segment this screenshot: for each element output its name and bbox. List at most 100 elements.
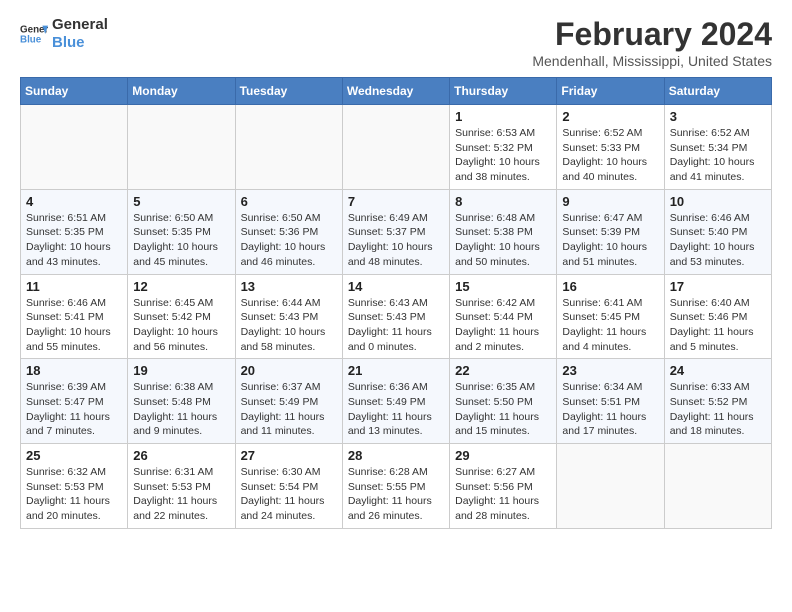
logo-icon: General Blue <box>20 20 48 48</box>
day-number: 9 <box>562 194 658 209</box>
page-header: General Blue General Blue February 2024 … <box>20 16 772 69</box>
calendar-cell: 25 Sunrise: 6:32 AM Sunset: 5:53 PM Dayli… <box>21 444 128 529</box>
day-detail: Sunrise: 6:33 AM Sunset: 5:52 PM Dayligh… <box>670 380 766 439</box>
day-number: 13 <box>241 279 337 294</box>
calendar-cell: 4Sunrise: 6:51 AM Sunset: 5:35 PM Daylig… <box>21 189 128 274</box>
calendar-cell: 14 Sunrise: 6:43 AM Sunset: 5:43 PM Dayli… <box>342 274 449 359</box>
calendar-cell: 21 Sunrise: 6:36 AM Sunset: 5:49 PM Dayli… <box>342 359 449 444</box>
day-number: 17 <box>670 279 766 294</box>
day-detail: Sunrise: 6:38 AM Sunset: 5:48 PM Dayligh… <box>133 380 229 439</box>
day-detail: Sunrise: 6:36 AM Sunset: 5:49 PM Dayligh… <box>348 380 444 439</box>
day-number: 14 <box>348 279 444 294</box>
calendar-table: SundayMondayTuesdayWednesdayThursdayFrid… <box>20 77 772 529</box>
calendar-cell: 11Sunrise: 6:46 AM Sunset: 5:41 PM Dayli… <box>21 274 128 359</box>
day-detail: Sunrise: 6:46 AM Sunset: 5:41 PM Dayligh… <box>26 296 122 355</box>
day-number: 6 <box>241 194 337 209</box>
calendar-cell: 6 Sunrise: 6:50 AM Sunset: 5:36 PM Daylig… <box>235 189 342 274</box>
weekday-header-wednesday: Wednesday <box>342 78 449 105</box>
calendar-cell: 28 Sunrise: 6:28 AM Sunset: 5:55 PM Dayli… <box>342 444 449 529</box>
calendar-cell: 9 Sunrise: 6:47 AM Sunset: 5:39 PM Daylig… <box>557 189 664 274</box>
day-detail: Sunrise: 6:48 AM Sunset: 5:38 PM Dayligh… <box>455 211 551 270</box>
calendar-cell: 27 Sunrise: 6:30 AM Sunset: 5:54 PM Dayli… <box>235 444 342 529</box>
calendar-cell: 22 Sunrise: 6:35 AM Sunset: 5:50 PM Dayli… <box>450 359 557 444</box>
day-number: 21 <box>348 363 444 378</box>
calendar-cell: 18Sunrise: 6:39 AM Sunset: 5:47 PM Dayli… <box>21 359 128 444</box>
day-number: 16 <box>562 279 658 294</box>
calendar-header: SundayMondayTuesdayWednesdayThursdayFrid… <box>21 78 772 105</box>
day-number: 24 <box>670 363 766 378</box>
calendar-week-4: 18Sunrise: 6:39 AM Sunset: 5:47 PM Dayli… <box>21 359 772 444</box>
calendar-cell: 20 Sunrise: 6:37 AM Sunset: 5:49 PM Dayli… <box>235 359 342 444</box>
day-detail: Sunrise: 6:27 AM Sunset: 5:56 PM Dayligh… <box>455 465 551 524</box>
day-number: 19 <box>133 363 229 378</box>
calendar-cell: 19 Sunrise: 6:38 AM Sunset: 5:48 PM Dayli… <box>128 359 235 444</box>
location-title: Mendenhall, Mississippi, United States <box>532 53 772 69</box>
calendar-cell: 2Sunrise: 6:52 AM Sunset: 5:33 PM Daylig… <box>557 105 664 190</box>
weekday-header-monday: Monday <box>128 78 235 105</box>
day-detail: Sunrise: 6:42 AM Sunset: 5:44 PM Dayligh… <box>455 296 551 355</box>
calendar-cell <box>128 105 235 190</box>
calendar-cell: 1 Sunrise: 6:53 AM Sunset: 5:32 PM Daylig… <box>450 105 557 190</box>
day-detail: Sunrise: 6:40 AM Sunset: 5:46 PM Dayligh… <box>670 296 766 355</box>
day-detail: Sunrise: 6:47 AM Sunset: 5:39 PM Dayligh… <box>562 211 658 270</box>
title-area: February 2024 Mendenhall, Mississippi, U… <box>532 16 772 69</box>
day-number: 10 <box>670 194 766 209</box>
calendar-cell: 23 Sunrise: 6:34 AM Sunset: 5:51 PM Dayli… <box>557 359 664 444</box>
day-detail: Sunrise: 6:28 AM Sunset: 5:55 PM Dayligh… <box>348 465 444 524</box>
day-number: 29 <box>455 448 551 463</box>
calendar-week-1: 1 Sunrise: 6:53 AM Sunset: 5:32 PM Daylig… <box>21 105 772 190</box>
calendar-cell: 15 Sunrise: 6:42 AM Sunset: 5:44 PM Dayli… <box>450 274 557 359</box>
weekday-header-saturday: Saturday <box>664 78 771 105</box>
day-detail: Sunrise: 6:43 AM Sunset: 5:43 PM Dayligh… <box>348 296 444 355</box>
day-detail: Sunrise: 6:35 AM Sunset: 5:50 PM Dayligh… <box>455 380 551 439</box>
calendar-cell <box>664 444 771 529</box>
logo-blue: Blue <box>52 34 108 52</box>
logo: General Blue General Blue <box>20 16 108 52</box>
day-number: 27 <box>241 448 337 463</box>
day-detail: Sunrise: 6:52 AM Sunset: 5:34 PM Dayligh… <box>670 126 766 185</box>
day-detail: Sunrise: 6:37 AM Sunset: 5:49 PM Dayligh… <box>241 380 337 439</box>
calendar-week-2: 4Sunrise: 6:51 AM Sunset: 5:35 PM Daylig… <box>21 189 772 274</box>
calendar-cell: 5 Sunrise: 6:50 AM Sunset: 5:35 PM Daylig… <box>128 189 235 274</box>
day-detail: Sunrise: 6:44 AM Sunset: 5:43 PM Dayligh… <box>241 296 337 355</box>
calendar-cell: 8 Sunrise: 6:48 AM Sunset: 5:38 PM Daylig… <box>450 189 557 274</box>
day-detail: Sunrise: 6:34 AM Sunset: 5:51 PM Dayligh… <box>562 380 658 439</box>
day-number: 12 <box>133 279 229 294</box>
day-number: 26 <box>133 448 229 463</box>
day-number: 18 <box>26 363 122 378</box>
day-number: 23 <box>562 363 658 378</box>
day-number: 5 <box>133 194 229 209</box>
day-detail: Sunrise: 6:50 AM Sunset: 5:36 PM Dayligh… <box>241 211 337 270</box>
calendar-cell: 16 Sunrise: 6:41 AM Sunset: 5:45 PM Dayli… <box>557 274 664 359</box>
day-detail: Sunrise: 6:53 AM Sunset: 5:32 PM Dayligh… <box>455 126 551 185</box>
day-number: 15 <box>455 279 551 294</box>
day-number: 28 <box>348 448 444 463</box>
day-detail: Sunrise: 6:51 AM Sunset: 5:35 PM Dayligh… <box>26 211 122 270</box>
day-number: 8 <box>455 194 551 209</box>
calendar-cell: 12 Sunrise: 6:45 AM Sunset: 5:42 PM Dayli… <box>128 274 235 359</box>
day-number: 20 <box>241 363 337 378</box>
calendar-cell <box>557 444 664 529</box>
weekday-header-sunday: Sunday <box>21 78 128 105</box>
calendar-cell: 26Sunrise: 6:31 AM Sunset: 5:53 PM Dayli… <box>128 444 235 529</box>
logo-general: General <box>52 16 108 34</box>
calendar-cell: 17 Sunrise: 6:40 AM Sunset: 5:46 PM Dayli… <box>664 274 771 359</box>
day-detail: Sunrise: 6:32 AM Sunset: 5:53 PM Dayligh… <box>26 465 122 524</box>
day-number: 1 <box>455 109 551 124</box>
day-detail: Sunrise: 6:41 AM Sunset: 5:45 PM Dayligh… <box>562 296 658 355</box>
calendar-cell: 13 Sunrise: 6:44 AM Sunset: 5:43 PM Dayli… <box>235 274 342 359</box>
calendar-cell: 7 Sunrise: 6:49 AM Sunset: 5:37 PM Daylig… <box>342 189 449 274</box>
weekday-header-thursday: Thursday <box>450 78 557 105</box>
svg-text:Blue: Blue <box>20 34 42 45</box>
day-detail: Sunrise: 6:30 AM Sunset: 5:54 PM Dayligh… <box>241 465 337 524</box>
day-detail: Sunrise: 6:50 AM Sunset: 5:35 PM Dayligh… <box>133 211 229 270</box>
day-number: 7 <box>348 194 444 209</box>
day-number: 25 <box>26 448 122 463</box>
calendar-cell: 3Sunrise: 6:52 AM Sunset: 5:34 PM Daylig… <box>664 105 771 190</box>
day-detail: Sunrise: 6:49 AM Sunset: 5:37 PM Dayligh… <box>348 211 444 270</box>
calendar-cell: 10Sunrise: 6:46 AM Sunset: 5:40 PM Dayli… <box>664 189 771 274</box>
day-detail: Sunrise: 6:45 AM Sunset: 5:42 PM Dayligh… <box>133 296 229 355</box>
calendar-cell: 24 Sunrise: 6:33 AM Sunset: 5:52 PM Dayli… <box>664 359 771 444</box>
day-number: 22 <box>455 363 551 378</box>
calendar-cell: 29 Sunrise: 6:27 AM Sunset: 5:56 PM Dayli… <box>450 444 557 529</box>
